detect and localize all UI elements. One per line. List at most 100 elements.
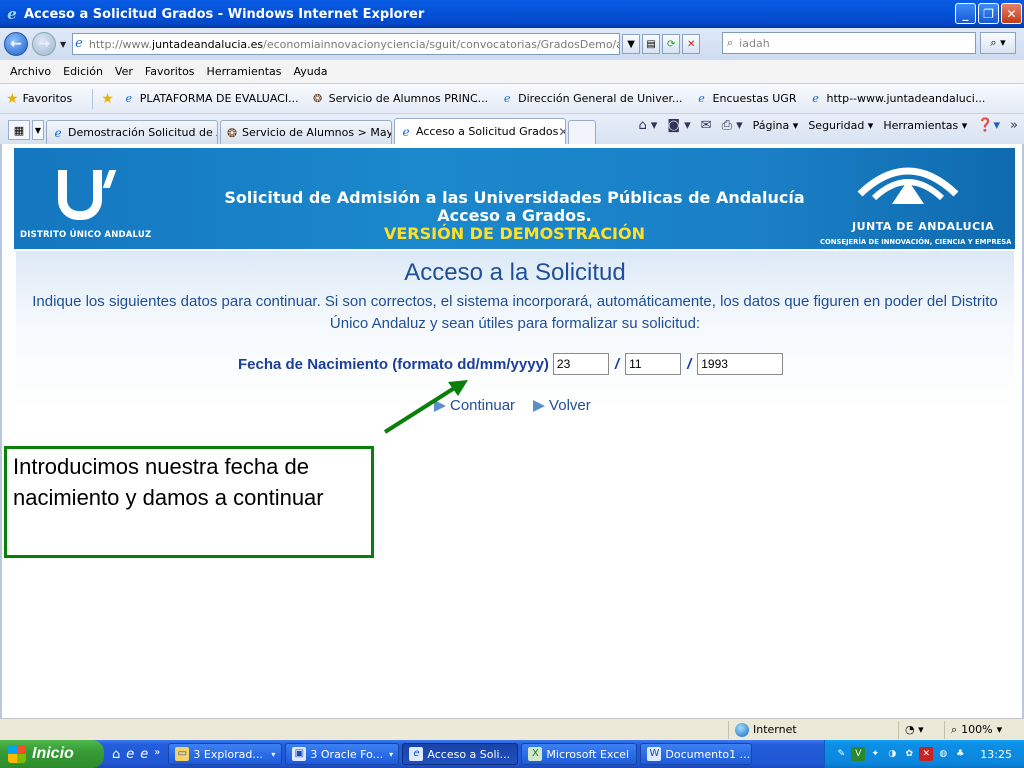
zoom-icon: ⌕	[951, 722, 958, 736]
tray-icon[interactable]: ◑	[885, 747, 899, 761]
tray-icon[interactable]: ✿	[902, 747, 916, 761]
junta-andalucia-label: JUNTA DE ANDALUCIA	[852, 220, 995, 233]
ie-quicklaunch-icon[interactable]: e	[140, 747, 148, 762]
taskbar-item[interactable]: W Documento1 ...	[640, 743, 753, 765]
recent-pages-dropdown[interactable]: ▼	[60, 40, 66, 49]
taskbar-item[interactable]: X Microsoft Excel	[521, 743, 638, 765]
back-link[interactable]: Volver	[549, 397, 591, 414]
back-button[interactable]: ←	[4, 32, 28, 56]
menu-bar: Archivo Edición Ver Favoritos Herramient…	[0, 60, 1024, 84]
address-bar[interactable]: e http://www. juntadeandalucia.es/economi…	[72, 33, 621, 55]
birth-date-label: Fecha de Nacimiento (formato dd/mm/yyyy)	[238, 355, 549, 373]
taskbar-item[interactable]: ▣ 3 Oracle Fo... ▾	[285, 743, 400, 765]
birth-month-input[interactable]	[625, 353, 682, 375]
new-tab-button[interactable]	[568, 120, 596, 144]
tab-list-dropdown[interactable]: ▼	[32, 120, 44, 140]
window-title: Acceso a Solicitud Grados - Windows Inte…	[24, 6, 425, 22]
close-window-button[interactable]: ✕	[1001, 3, 1022, 24]
tray-icon[interactable]: ✕	[919, 747, 934, 761]
page-viewport: DISTRITO ÚNICO ANDALUZ Solicitud de Admi…	[0, 144, 1024, 718]
ie-page-icon: e	[409, 747, 424, 761]
ie-page-icon: e	[812, 91, 819, 105]
menu-favoritos[interactable]: Favoritos	[139, 65, 201, 78]
forward-button[interactable]: →	[32, 32, 56, 56]
address-dropdown-button[interactable]: ▼	[622, 34, 641, 54]
menu-archivo[interactable]: Archivo	[4, 65, 57, 78]
separator	[92, 88, 94, 109]
ie-page-icon: e	[75, 36, 83, 51]
tray-icon[interactable]: ◍	[936, 747, 950, 761]
system-tray: ✎ V ✦ ◑ ✿ ✕ ◍ ♣ 13:25	[824, 740, 1024, 768]
seguridad-menu[interactable]: Seguridad ▾	[808, 119, 873, 132]
tab-demostracion[interactable]: e Demostración Solicitud de A...	[46, 120, 218, 144]
menu-edicion[interactable]: Edición	[57, 65, 109, 78]
tab-acceso-solicitud[interactable]: e Acceso a Solicitud Grados ✕	[394, 118, 566, 144]
access-form-panel: Acceso a la Solicitud Indique los siguie…	[16, 251, 1014, 414]
compatibility-view-icon[interactable]: ▤	[642, 34, 661, 54]
minimize-button[interactable]: _	[955, 3, 976, 24]
herramientas-menu[interactable]: Herramientas ▾	[883, 119, 967, 132]
tray-icon[interactable]: ✦	[868, 747, 882, 761]
security-zone[interactable]: Internet	[728, 720, 898, 739]
favorites-bar: ★ Favoritos ★ e PLATAFORMA DE EVALUACI..…	[0, 84, 1024, 114]
favorite-link[interactable]: e PLATAFORMA DE EVALUACI...	[122, 92, 299, 106]
annotation-callout: Introducimos nuestra fecha de nacimiento…	[4, 446, 374, 558]
help-icon[interactable]: ❓▾	[977, 118, 1000, 133]
command-bar: ⌂ ▾ ◙ ▾ ✉ ⎙ ▾ Página ▾ Seguridad ▾ Herra…	[638, 118, 1018, 133]
pagina-menu[interactable]: Página ▾	[753, 119, 799, 132]
stop-icon[interactable]: ✕	[682, 34, 701, 54]
word-icon: W	[647, 747, 662, 761]
birth-day-input[interactable]	[552, 353, 609, 375]
mail-icon[interactable]: ✉	[701, 118, 712, 133]
protected-mode-icon[interactable]: ◔ ▾	[898, 720, 944, 739]
desktop-icon[interactable]: ⌂	[112, 747, 120, 762]
menu-ayuda[interactable]: Ayuda	[287, 65, 333, 78]
favorite-link[interactable]: e Encuestas UGR	[695, 91, 796, 106]
university-seal-icon: ❂	[312, 91, 323, 105]
ie-page-icon: e	[698, 91, 705, 105]
home-icon[interactable]: ⌂ ▾	[638, 118, 657, 133]
close-tab-icon[interactable]: ✕	[558, 125, 565, 139]
quick-tabs-icon[interactable]: ▦	[8, 120, 30, 140]
oracle-forms-icon: ▣	[292, 747, 307, 761]
start-button[interactable]: Inicio	[0, 740, 104, 768]
refresh-icon[interactable]: ⟳	[662, 34, 681, 54]
globe-icon	[735, 722, 749, 737]
ie-quicklaunch-icon[interactable]: e	[126, 747, 134, 762]
menu-ver[interactable]: Ver	[109, 65, 139, 78]
taskbar-item[interactable]: ▭ 3 Explorad... ▾	[168, 743, 283, 765]
favorite-link[interactable]: ❂ Servicio de Alumnos PRINC...	[311, 91, 488, 106]
favorites-button[interactable]: ★ Favoritos	[6, 91, 72, 107]
search-input[interactable]: ⌕ iadah	[722, 32, 976, 54]
ie-page-icon: e	[402, 124, 410, 139]
feeds-icon[interactable]: ◙ ▾	[667, 118, 690, 133]
tray-icon[interactable]: ♣	[953, 747, 967, 761]
favorite-link[interactable]: e http--www.juntadeandaluci...	[808, 92, 985, 106]
play-arrow-icon	[533, 399, 546, 412]
restore-button[interactable]: ❐	[978, 3, 999, 24]
url-prefix: http://www.	[88, 37, 153, 51]
print-icon[interactable]: ⎙ ▾	[722, 118, 743, 133]
add-favorites-icon[interactable]: ★	[101, 91, 114, 107]
chevron-right-icon[interactable]: »	[1010, 118, 1018, 133]
tray-icon[interactable]: ✎	[834, 747, 848, 761]
favorite-link[interactable]: e Dirección General de Univer...	[500, 92, 683, 106]
menu-herramientas[interactable]: Herramientas	[201, 65, 288, 78]
taskbar-item-active[interactable]: e Acceso a Soli...	[402, 743, 519, 765]
zoom-level[interactable]: ⌕ 100% ▾	[944, 720, 1024, 739]
page-title: Acceso a la Solicitud	[404, 259, 626, 286]
continue-link[interactable]: Continuar	[450, 397, 515, 414]
chevron-right-icon[interactable]: »	[154, 747, 160, 762]
birth-year-input[interactable]	[697, 353, 784, 375]
instructions-text: Indique los siguientes datos para contin…	[32, 293, 998, 332]
window-controls: _ ❐ ✕	[955, 3, 1022, 24]
folder-icon: ▭	[175, 747, 190, 761]
window-title-bar[interactable]: e Acceso a Solicitud Grados - Windows In…	[0, 0, 1024, 28]
tray-icon[interactable]: V	[851, 747, 866, 761]
date-separator: /	[687, 355, 692, 373]
search-engine-icon: ⌕	[727, 36, 734, 49]
taskbar: Inicio ⌂ e e » ▭ 3 Explorad... ▾ ▣ 3 Orac…	[0, 740, 1024, 768]
university-seal-icon: ❂	[226, 125, 238, 140]
search-button[interactable]: ⌕ ▾	[980, 32, 1016, 54]
tab-servicio-alumnos[interactable]: ❂ Servicio de Alumnos > May...	[220, 120, 392, 144]
